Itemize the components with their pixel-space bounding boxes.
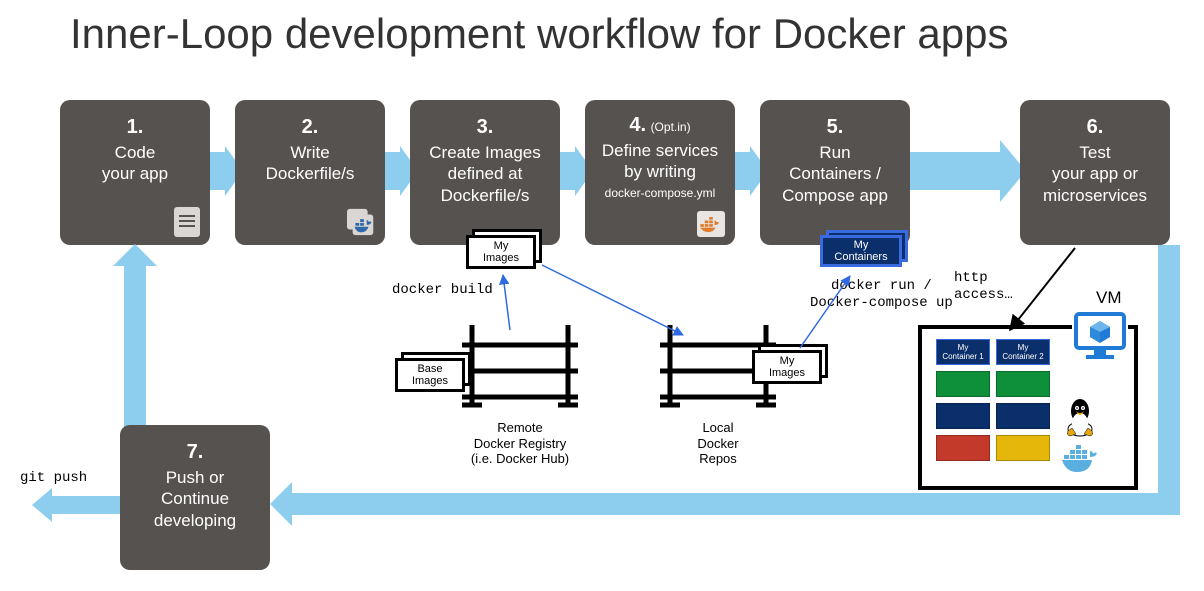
docker-whale-icon — [1060, 443, 1104, 477]
page-title: Inner-Loop development workflow for Dock… — [70, 10, 1008, 58]
vm-label: VM — [1096, 288, 1122, 308]
step-1-num: 1. — [70, 114, 200, 140]
dockerfile-icon — [347, 207, 377, 237]
step-5-num: 5. — [770, 114, 900, 140]
vm-cell-gold — [996, 435, 1050, 461]
loop-seg-a — [1158, 245, 1180, 515]
vm-cell-green-2 — [996, 371, 1050, 397]
linux-tux-icon — [1062, 397, 1098, 437]
http-access-label: httpaccess… — [954, 270, 1013, 304]
loop-arrow-to-1 — [113, 244, 157, 266]
remote-registry-label: RemoteDocker Registry(i.e. Docker Hub) — [450, 420, 590, 467]
step-6-text: Testyour app ormicroservices — [1030, 142, 1160, 206]
vm-cell-navy-2 — [996, 403, 1050, 429]
vm-cell-red — [936, 435, 990, 461]
my-images-top-label: MyImages — [466, 235, 536, 269]
git-push-label: git push — [20, 470, 87, 487]
loop-arrow-to-7 — [270, 482, 292, 526]
step-4-small: docker-compose.yml — [595, 186, 725, 200]
step-7: 7. Push orContinuedeveloping — [120, 425, 270, 570]
vm-cell-navy-1 — [936, 403, 990, 429]
step-3-text: Create Imagesdefined atDockerfile/s — [420, 142, 550, 206]
vm-monitor-icon — [1072, 310, 1128, 362]
base-images-label: BaseImages — [395, 358, 465, 392]
loop-seg-b — [290, 493, 1180, 515]
document-icon — [174, 207, 200, 237]
loop-seg-c — [124, 262, 146, 427]
step-7-text: Push orContinuedeveloping — [130, 467, 260, 531]
step-4: 4. (Opt.in) Define servicesby writing do… — [585, 100, 735, 245]
my-images-local-label: MyImages — [752, 350, 822, 384]
arrow-5-6 — [905, 152, 1000, 190]
step-4-text: Define servicesby writing — [595, 140, 725, 183]
step-6: 6. Testyour app ormicroservices — [1020, 100, 1170, 245]
step-4-num: 4. — [629, 114, 646, 136]
my-containers-label: MyContainers — [820, 235, 902, 267]
step-7-num: 7. — [130, 439, 260, 465]
step-2-text: WriteDockerfile/s — [245, 142, 375, 185]
step-5: 5. RunContainers /Compose app — [760, 100, 910, 245]
local-repos-label: LocalDockerRepos — [648, 420, 788, 467]
docker-run-label: docker run /Docker-compose up — [810, 278, 953, 312]
step-1-text: Codeyour app — [70, 142, 200, 185]
step-4-opt: (Opt.in) — [651, 120, 691, 134]
remote-registry-shelf: RemoteDocker Registry(i.e. Docker Hub) — [450, 325, 590, 467]
step-2-num: 2. — [245, 114, 375, 140]
step-2: 2. WriteDockerfile/s — [235, 100, 385, 245]
vm-container-2: MyContainer 2 — [996, 339, 1050, 365]
step-1: 1. Codeyour app — [60, 100, 210, 245]
step-3-num: 3. — [420, 114, 550, 140]
step-5-text: RunContainers /Compose app — [770, 142, 900, 206]
docker-compose-icon — [697, 211, 725, 237]
step-3: 3. Create Imagesdefined atDockerfile/s — [410, 100, 560, 245]
vm-cell-green-1 — [936, 371, 990, 397]
git-push-arrow — [52, 496, 122, 514]
docker-build-label: docker build — [392, 282, 493, 299]
step-6-num: 6. — [1030, 114, 1160, 140]
vm-container-1: MyContainer 1 — [936, 339, 990, 365]
